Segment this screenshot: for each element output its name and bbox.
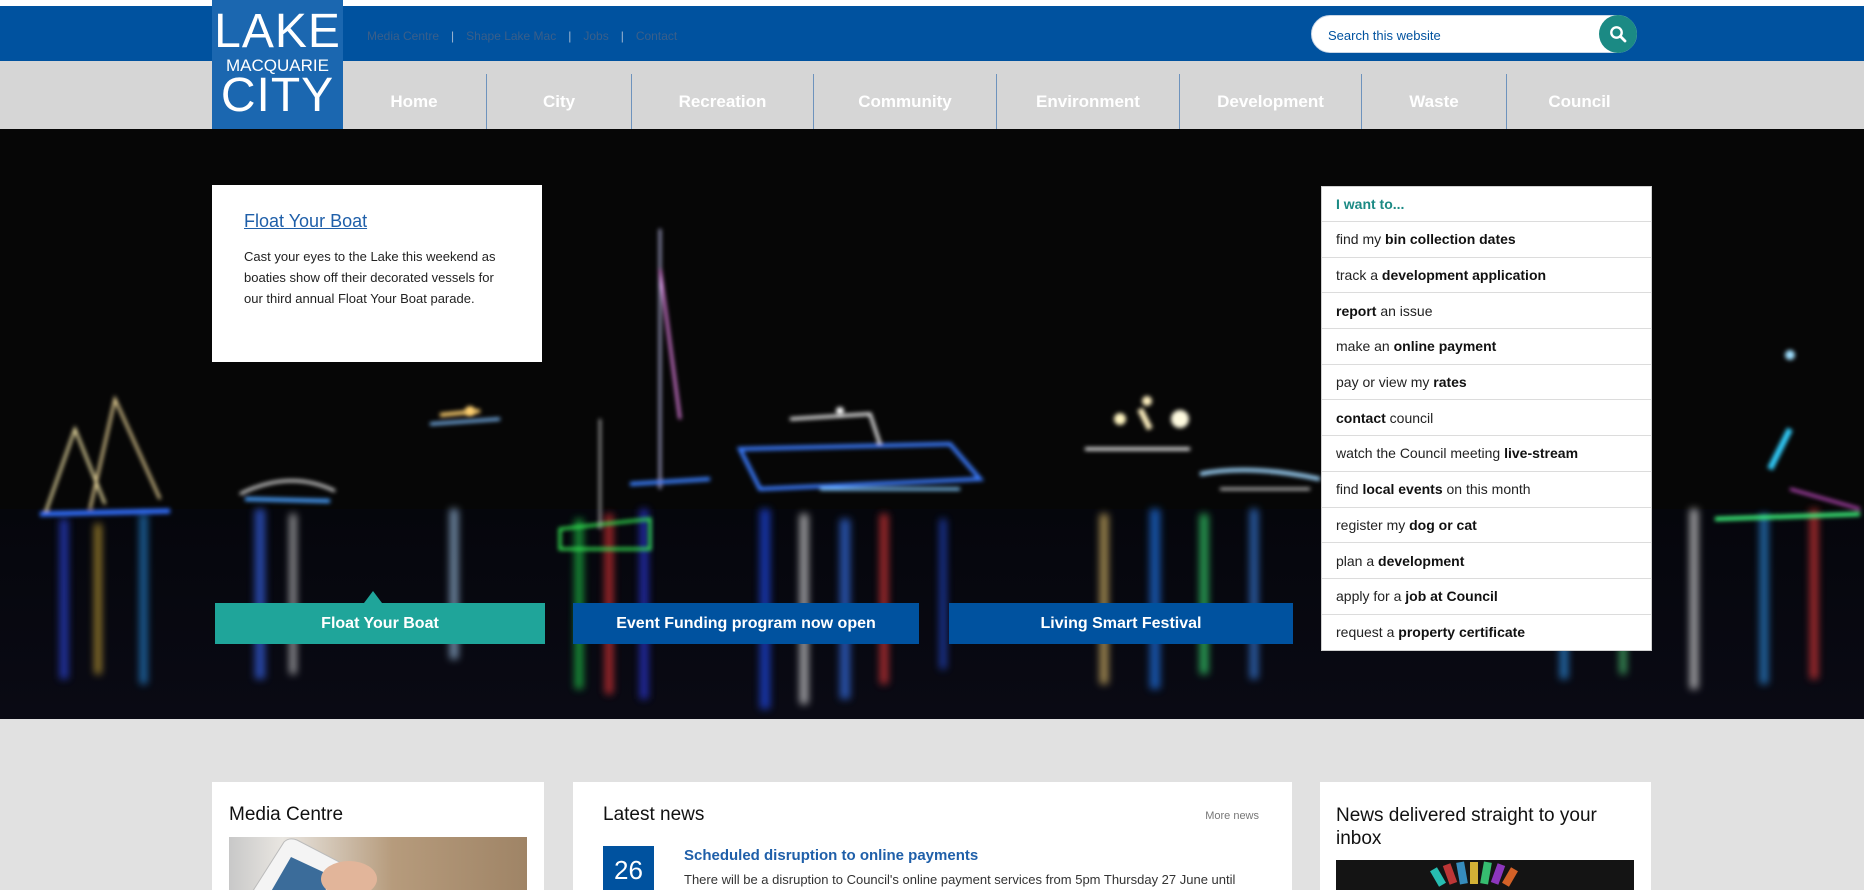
item-prefix: find my bbox=[1336, 231, 1386, 248]
i-want-to-item[interactable]: report an issue bbox=[1322, 293, 1651, 330]
item-prefix: register my bbox=[1336, 516, 1410, 533]
news-item-title[interactable]: Scheduled disruption to online payments bbox=[684, 847, 978, 864]
util-link-contact[interactable]: Contact bbox=[636, 29, 677, 43]
item-keyword: rates bbox=[1433, 374, 1467, 391]
feature-description: Cast your eyes to the Lake this weekend … bbox=[244, 249, 496, 306]
item-keyword: development bbox=[1378, 552, 1465, 569]
i-want-to-item[interactable]: register my dog or cat bbox=[1322, 508, 1651, 544]
i-want-to-item[interactable]: watch the Council meeting live-stream bbox=[1322, 436, 1651, 472]
util-link-shape-lake-mac[interactable]: Shape Lake Mac bbox=[466, 29, 556, 43]
slide-tab-living-smart[interactable]: Living Smart Festival bbox=[949, 603, 1293, 644]
logo-line-city: CITY bbox=[220, 69, 335, 122]
i-want-to-panel: I want to... find my bin collection date… bbox=[1321, 186, 1652, 652]
utility-links: Media Centre | Shape Lake Mac | Jobs | C… bbox=[367, 29, 677, 43]
slide-tab-event-funding[interactable]: Event Funding program now open bbox=[573, 603, 919, 644]
i-want-to-item[interactable]: find my bin collection dates bbox=[1322, 222, 1651, 258]
nav-item-development[interactable]: Development bbox=[1180, 74, 1362, 129]
item-prefix: find bbox=[1336, 481, 1363, 498]
item-keyword: property certificate bbox=[1398, 624, 1526, 641]
item-suffix: on this month bbox=[1442, 481, 1531, 498]
item-prefix: request a bbox=[1336, 624, 1399, 641]
slide-tab-float-your-boat[interactable]: Float Your Boat bbox=[215, 603, 545, 644]
util-link-media-centre[interactable]: Media Centre bbox=[367, 29, 439, 43]
active-tab-pointer bbox=[364, 591, 382, 603]
latest-news-title: Latest news bbox=[603, 804, 705, 825]
search-input[interactable] bbox=[1328, 25, 1588, 45]
nav-item-waste[interactable]: Waste bbox=[1362, 74, 1507, 129]
i-want-to-item[interactable]: pay or view my rates bbox=[1322, 365, 1651, 401]
item-keyword: local events bbox=[1362, 481, 1443, 498]
i-want-to-heading: I want to... bbox=[1322, 187, 1651, 222]
search-box bbox=[1311, 15, 1637, 53]
nav-item-recreation[interactable]: Recreation bbox=[632, 74, 814, 129]
i-want-to-item[interactable]: plan a development bbox=[1322, 543, 1651, 579]
item-prefix: track a bbox=[1336, 267, 1382, 284]
phone-in-hand-image bbox=[252, 838, 377, 890]
i-want-to-item[interactable]: apply for a job at Council bbox=[1322, 579, 1651, 615]
util-separator: | bbox=[568, 29, 572, 43]
item-prefix: plan a bbox=[1336, 552, 1379, 569]
item-keyword: report bbox=[1336, 302, 1377, 319]
item-suffix: council bbox=[1385, 409, 1434, 426]
media-centre-card: Media Centre bbox=[212, 782, 544, 890]
lake-macquarie-logo[interactable]: LAKE MACQUARIE CITY bbox=[212, 0, 343, 129]
item-suffix: an issue bbox=[1376, 302, 1433, 319]
util-link-jobs[interactable]: Jobs bbox=[583, 29, 608, 43]
hero-feature-card: Float Your Boat Cast your eyes to the La… bbox=[212, 185, 542, 362]
item-prefix: apply for a bbox=[1336, 588, 1406, 605]
i-want-to-item[interactable]: contact council bbox=[1322, 400, 1651, 437]
colorful-mosaic-image bbox=[1336, 860, 1634, 890]
util-separator: | bbox=[451, 29, 455, 43]
main-nav: Home City Recreation Community Environme… bbox=[342, 74, 1652, 129]
item-prefix: watch the Council meeting bbox=[1336, 445, 1505, 462]
util-separator: | bbox=[620, 29, 624, 43]
item-keyword: dog or cat bbox=[1409, 516, 1477, 533]
nav-item-council[interactable]: Council bbox=[1507, 74, 1652, 129]
nav-item-environment[interactable]: Environment bbox=[997, 74, 1180, 129]
search-icon bbox=[1610, 26, 1627, 43]
news-item-excerpt: There will be a disruption to Council's … bbox=[684, 872, 1236, 887]
item-keyword: live-stream bbox=[1504, 445, 1579, 462]
item-keyword: contact bbox=[1336, 409, 1386, 426]
i-want-to-item[interactable]: request a property certificate bbox=[1322, 615, 1651, 651]
newsletter-card: News delivered straight to your inbox bbox=[1320, 782, 1651, 890]
search-button[interactable] bbox=[1599, 15, 1637, 53]
media-centre-image[interactable] bbox=[229, 837, 527, 890]
nav-item-city[interactable]: City bbox=[487, 74, 632, 129]
item-keyword: online payment bbox=[1393, 338, 1497, 355]
i-want-to-item[interactable]: find local events on this month bbox=[1322, 472, 1651, 508]
logo-line-lake: LAKE bbox=[214, 5, 341, 58]
nav-item-home[interactable]: Home bbox=[342, 74, 487, 129]
more-news-link[interactable]: More news bbox=[1205, 810, 1259, 822]
i-want-to-item[interactable]: track a development application bbox=[1322, 258, 1651, 294]
feature-title-link[interactable]: Float Your Boat bbox=[244, 211, 510, 232]
newsletter-image[interactable] bbox=[1336, 860, 1634, 890]
i-want-to-item[interactable]: make an online payment bbox=[1322, 329, 1651, 365]
news-date-badge: 26 bbox=[603, 846, 654, 890]
item-keyword: job at Council bbox=[1405, 588, 1498, 605]
nav-item-community[interactable]: Community bbox=[814, 74, 997, 129]
item-prefix: make an bbox=[1336, 338, 1394, 355]
newsletter-title: News delivered straight to your inbox bbox=[1336, 805, 1597, 849]
item-keyword: bin collection dates bbox=[1385, 231, 1516, 248]
latest-news-card: Latest news More news 26 Scheduled disru… bbox=[573, 782, 1292, 890]
item-prefix: pay or view my bbox=[1336, 374, 1434, 391]
item-keyword: development application bbox=[1381, 267, 1547, 284]
media-centre-title: Media Centre bbox=[229, 804, 344, 825]
